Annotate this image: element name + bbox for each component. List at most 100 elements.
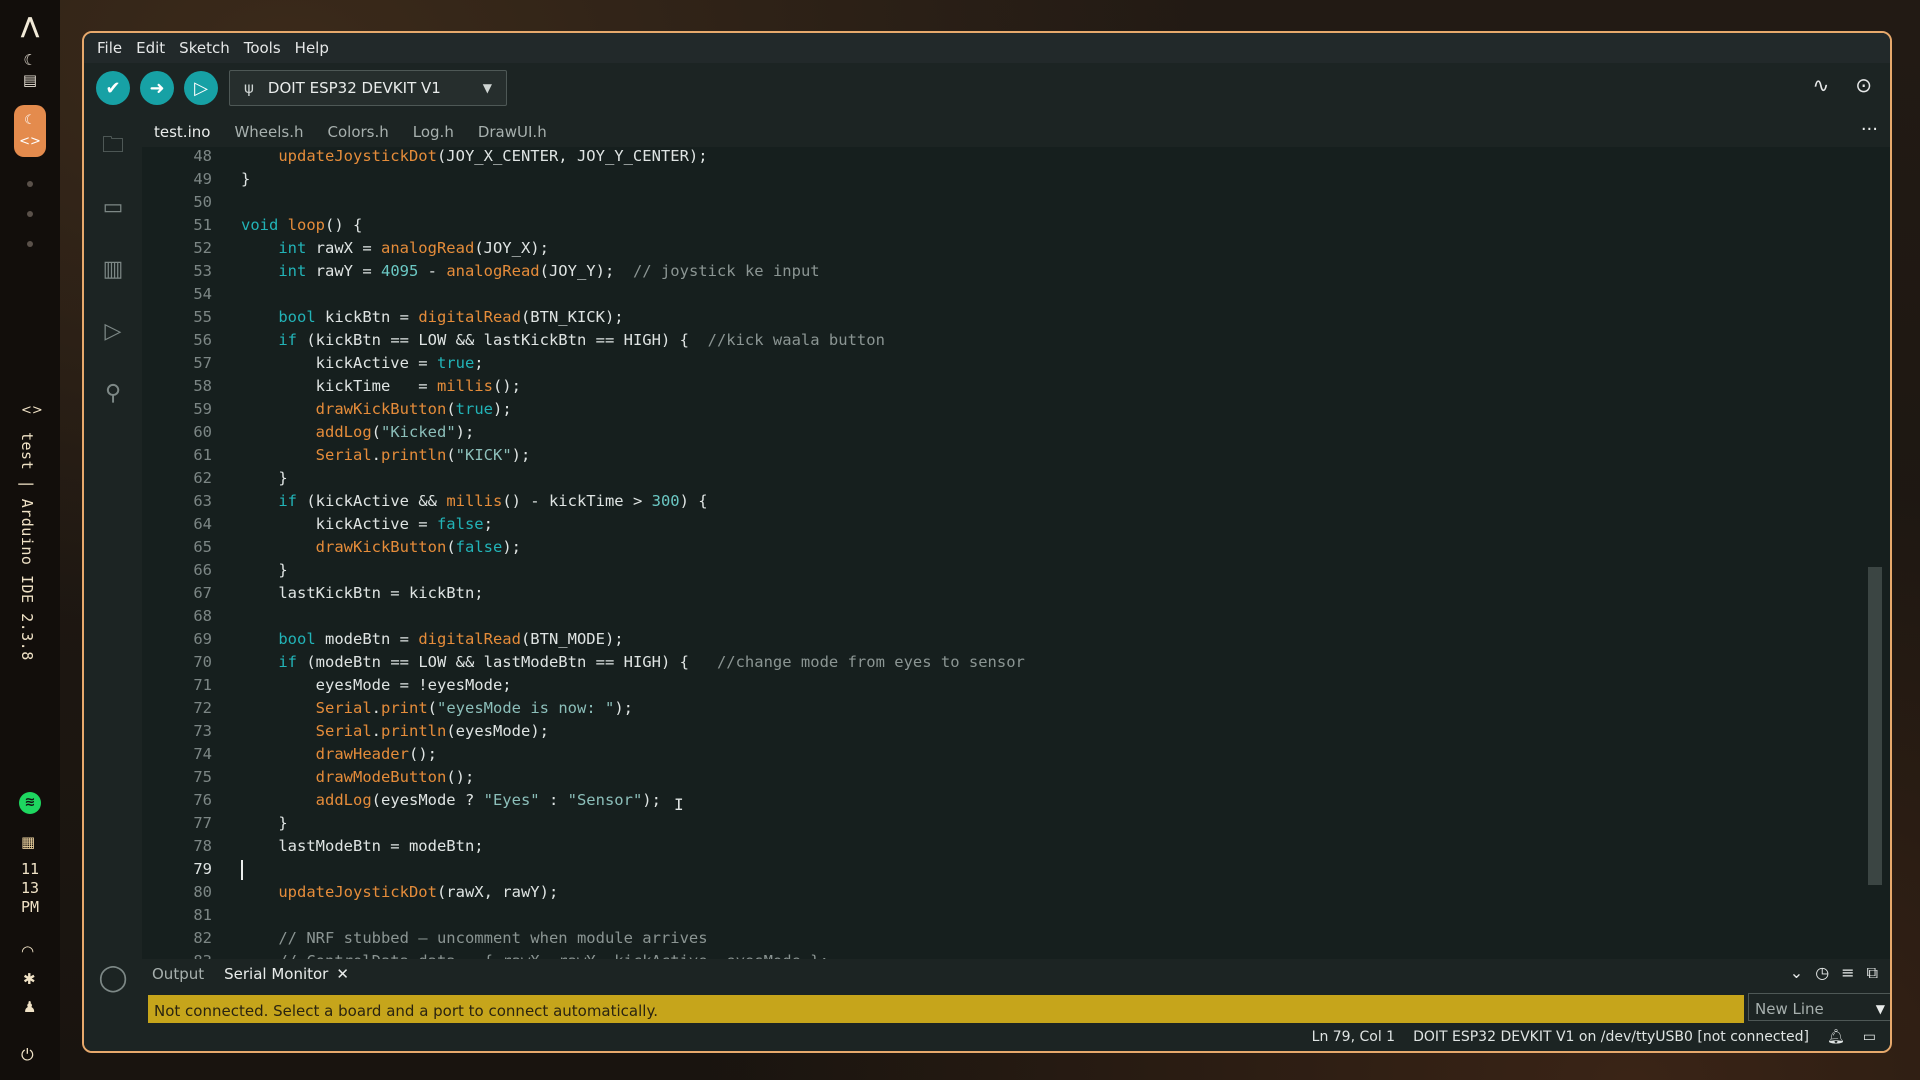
code-line[interactable]: 59 drawKickButton(true); <box>142 398 1862 421</box>
arch-logo-icon[interactable]: ⋀ <box>21 14 40 39</box>
dock-active-workspace[interactable]: ☾ <> <box>14 105 46 157</box>
menu-tools[interactable]: Tools <box>237 39 288 57</box>
code-line[interactable]: 78 lastModeBtn = modeBtn; <box>142 835 1862 858</box>
code-text: Serial.println("KICK"); <box>315 446 531 464</box>
tab-test-ino[interactable]: test.ino <box>142 113 222 147</box>
code-line[interactable]: 70 if (modeBtn == LOW && lastModeBtn == … <box>142 651 1862 674</box>
code-line[interactable]: 50 <box>142 191 1862 214</box>
autoscroll-icon[interactable]: ≡ <box>1841 963 1854 983</box>
code-line[interactable]: 52 int rawX = analogRead(JOY_X); <box>142 237 1862 260</box>
arduino-ide-window: File Edit Sketch Tools Help ✔ ➜ ▷ ψ DOIT… <box>82 31 1892 1053</box>
code-line[interactable]: 76 addLog(eyesMode ? "Eyes" : "Sensor"); <box>142 789 1862 812</box>
menu-help[interactable]: Help <box>288 39 336 57</box>
code-line[interactable]: 62 } <box>142 467 1862 490</box>
workspace-dot[interactable] <box>27 181 33 187</box>
sketchbook-folder-icon[interactable]: 🗀 <box>96 129 130 163</box>
copy-icon[interactable]: ⧉ <box>1867 963 1878 983</box>
menu-file[interactable]: File <box>90 39 129 57</box>
user-icon[interactable]: ♟ <box>23 998 36 1016</box>
line-number: 57 <box>193 354 212 372</box>
code-line[interactable]: 79 <box>142 858 1862 881</box>
bell-icon[interactable]: 🔔︎ <box>1827 1029 1845 1045</box>
code-line[interactable]: 65 drawKickButton(false); <box>142 536 1862 559</box>
code-line[interactable]: 51 void loop() { <box>142 214 1862 237</box>
bluetooth-icon[interactable]: ✱ <box>23 970 36 988</box>
library-manager-icon[interactable]: ▥ <box>96 253 130 287</box>
line-number: 78 <box>193 837 212 855</box>
tab-drawui-h[interactable]: DrawUI.h <box>466 113 559 147</box>
more-options-icon[interactable]: ··· <box>1861 113 1878 147</box>
verify-button[interactable]: ✔ <box>96 71 130 105</box>
code-line[interactable]: 56 if (kickBtn == LOW && lastKickBtn == … <box>142 329 1862 352</box>
code-text: bool kickBtn = digitalRead(BTN_KICK); <box>278 308 624 326</box>
code-line[interactable]: 57 kickActive = true; <box>142 352 1862 375</box>
code-line[interactable]: 49} <box>142 168 1862 191</box>
code-line[interactable]: 60 addLog("Kicked"); <box>142 421 1862 444</box>
power-icon[interactable]: ⏻ <box>21 1045 34 1065</box>
wifi-icon[interactable]: ◠ <box>21 942 34 960</box>
menu-edit[interactable]: Edit <box>129 39 172 57</box>
code-line[interactable]: 73 Serial.println(eyesMode); <box>142 720 1862 743</box>
code-line[interactable]: 81 <box>142 904 1862 927</box>
tab-output[interactable]: Output <box>142 965 214 983</box>
code-text: } <box>241 561 288 579</box>
code-line[interactable]: 74 drawHeader(); <box>142 743 1862 766</box>
code-line[interactable]: 64 kickActive = false; <box>142 513 1862 536</box>
panel-toggle-icon[interactable]: ▭ <box>1863 1029 1876 1045</box>
tab-log-h[interactable]: Log.h <box>401 113 466 147</box>
account-icon[interactable]: ◯ <box>96 963 130 997</box>
code-line[interactable]: 71 eyesMode = !eyesMode; <box>142 674 1862 697</box>
code-line[interactable]: 58 kickTime = millis(); <box>142 375 1862 398</box>
close-icon[interactable]: ✕ <box>336 965 349 983</box>
code-line[interactable]: 82 // NRF stubbed — uncomment when modul… <box>142 927 1862 950</box>
code-line[interactable]: 72 Serial.print("eyesMode is now: "); <box>142 697 1862 720</box>
clipboard-icon[interactable]: ▤ <box>19 71 41 89</box>
workspace-dot[interactable] <box>27 211 33 217</box>
code-text: lastKickBtn = kickBtn; <box>241 584 484 602</box>
code-text: bool modeBtn = digitalRead(BTN_MODE); <box>278 630 624 648</box>
cursor-position[interactable]: Ln 79, Col 1 <box>1312 1029 1395 1045</box>
code-line[interactable]: 55 bool kickBtn = digitalRead(BTN_KICK); <box>142 306 1862 329</box>
tab-wheels-h[interactable]: Wheels.h <box>222 113 315 147</box>
upload-button[interactable]: ➜ <box>140 71 174 105</box>
debug-button[interactable]: ▷ <box>184 71 218 105</box>
code-line[interactable]: 66 } <box>142 559 1862 582</box>
code-editor[interactable]: 48 updateJoystickDot(JOY_X_CENTER, JOY_Y… <box>142 147 1890 959</box>
spotify-icon[interactable]: ≋ <box>19 792 41 814</box>
calendar-icon[interactable]: ▦ <box>21 833 35 851</box>
code-text: if (modeBtn == LOW && lastModeBtn == HIG… <box>278 653 1025 671</box>
code-line[interactable]: 83 // ControlData data = { rawX, rawY, k… <box>142 950 1862 959</box>
tab-serial-monitor[interactable]: Serial Monitor <box>214 965 338 983</box>
chevron-down-icon[interactable]: ⌄ <box>1790 963 1803 983</box>
moon-icon[interactable]: ☾ <box>19 51 41 69</box>
code-line[interactable]: 48 updateJoystickDot(JOY_X_CENTER, JOY_Y… <box>142 147 1862 168</box>
code-line[interactable]: 68 <box>142 605 1862 628</box>
debug-panel-icon[interactable]: ▷ <box>96 315 130 349</box>
code-line[interactable]: 54 <box>142 283 1862 306</box>
line-number: 72 <box>193 699 212 717</box>
code-line[interactable]: 67 lastKickBtn = kickBtn; <box>142 582 1862 605</box>
boards-manager-icon[interactable]: ▭ <box>96 191 130 225</box>
line-number: 53 <box>193 262 212 280</box>
line-number: 83 <box>142 950 212 959</box>
serial-plotter-icon[interactable]: ∿ <box>1812 73 1829 97</box>
code-line[interactable]: 75 drawModeButton(); <box>142 766 1862 789</box>
menu-sketch[interactable]: Sketch <box>172 39 237 57</box>
line-ending-select[interactable]: New Line ▼ <box>1748 993 1890 1021</box>
line-number: 48 <box>193 147 212 165</box>
code-line[interactable]: 63 if (kickActive && millis() - kickTime… <box>142 490 1862 513</box>
code-line[interactable]: 69 bool modeBtn = digitalRead(BTN_MODE); <box>142 628 1862 651</box>
timestamp-icon[interactable]: ◷ <box>1815 963 1829 983</box>
board-port-status[interactable]: DOIT ESP32 DEVKIT V1 on /dev/ttyUSB0 [no… <box>1413 1029 1809 1045</box>
code-text: int rawX = analogRead(JOY_X); <box>278 239 549 257</box>
editor-scrollbar-thumb[interactable] <box>1868 567 1882 885</box>
code-line[interactable]: 77 } <box>142 812 1862 835</box>
serial-monitor-icon[interactable]: ⊙ <box>1855 73 1872 97</box>
search-icon[interactable]: ⚲ <box>96 377 130 411</box>
workspace-dot[interactable] <box>27 241 33 247</box>
tab-colors-h[interactable]: Colors.h <box>316 113 401 147</box>
code-line[interactable]: 80 updateJoystickDot(rawX, rawY); <box>142 881 1862 904</box>
code-line[interactable]: 53 int rawY = 4095 - analogRead(JOY_Y); … <box>142 260 1862 283</box>
board-selector[interactable]: ψ DOIT ESP32 DEVKIT V1 ▼ <box>229 70 507 106</box>
code-line[interactable]: 61 Serial.println("KICK"); <box>142 444 1862 467</box>
